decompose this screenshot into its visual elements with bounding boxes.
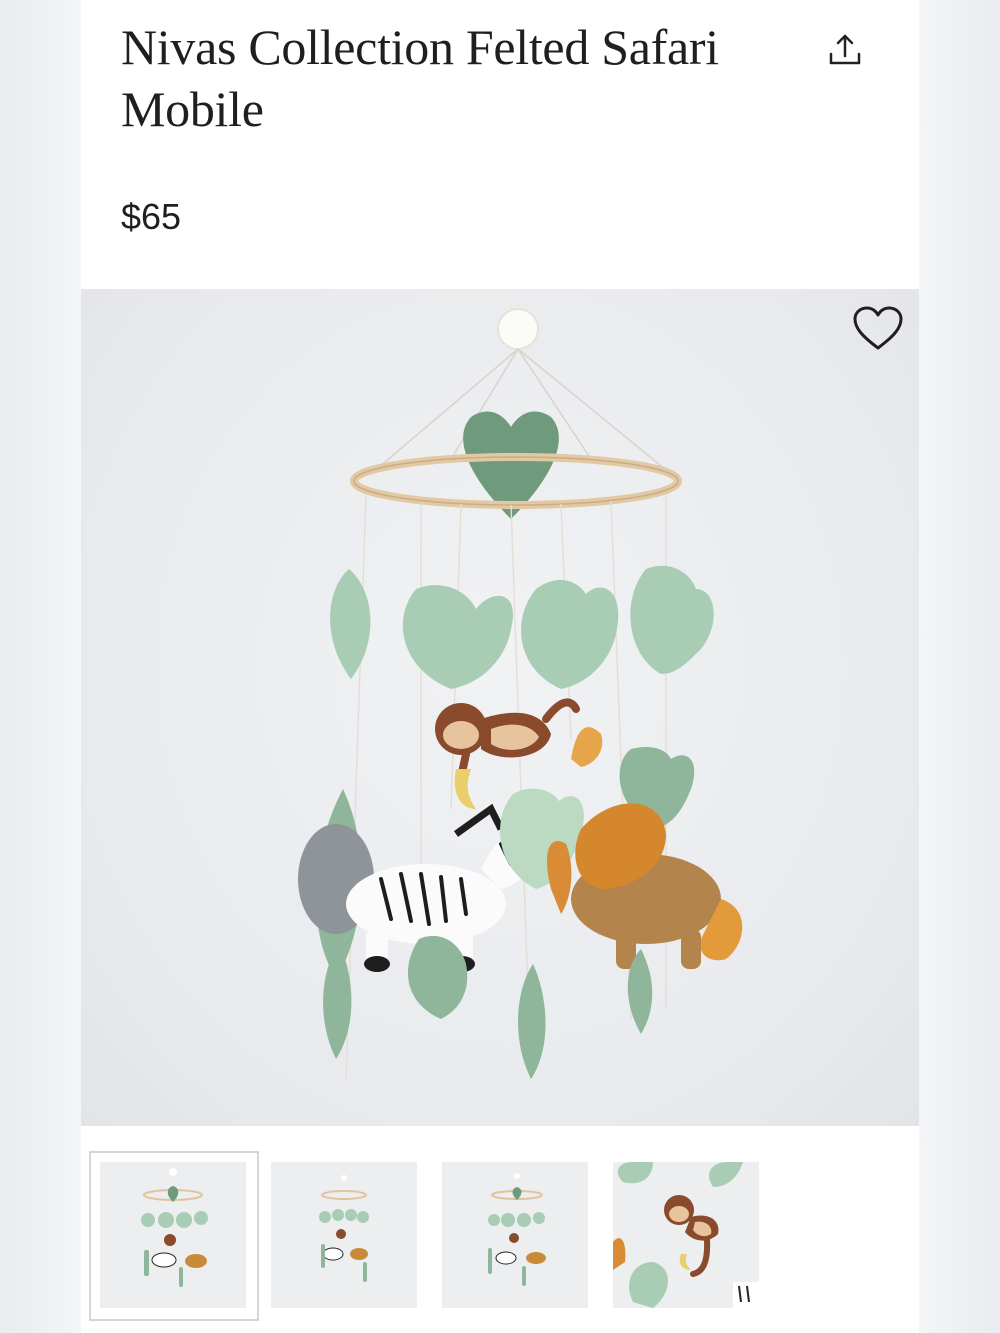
product-main-image[interactable] [81,289,919,1126]
product-price: $65 [121,196,182,237]
safari-mobile-illustration [298,308,743,1080]
share-icon[interactable] [823,28,867,72]
product-title: Nivas Collection Felted Safari Mobile [121,19,719,137]
thumbnail-2[interactable] [271,1162,417,1308]
thumbnail-1[interactable] [100,1162,246,1308]
heart-outline-icon[interactable] [852,306,904,352]
thumbnail-4[interactable] [613,1162,759,1308]
thumbnail-3[interactable] [442,1162,588,1308]
thumbnail-strip [81,1126,919,1333]
lion-figure [571,803,743,969]
product-card: Nivas Collection Felted Safari Mobile $6… [81,0,919,1333]
